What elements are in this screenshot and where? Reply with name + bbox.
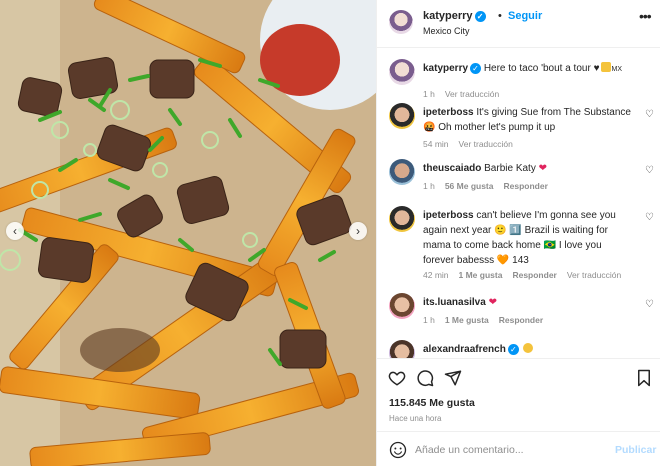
avatar[interactable]: [389, 103, 415, 129]
like-comment-heart-icon[interactable]: ♡: [645, 212, 654, 223]
post-media: ‹ ›: [0, 0, 376, 466]
post-author-username[interactable]: katyperry ✓: [423, 10, 486, 22]
comment-text: theuscaiado Barbie Katy ❤: [423, 161, 633, 176]
comments-list: katyperry ✓ Here to taco 'bout a tour ♥ MX…: [377, 49, 660, 358]
timestamp[interactable]: 54 min: [423, 139, 449, 149]
post-actions: 115.845 Me gusta Hace una hora Publicar: [377, 358, 660, 466]
caption: katyperry ✓ Here to taco 'bout a tour ♥ MX…: [389, 59, 659, 99]
carousel-next-button[interactable]: ›: [349, 222, 367, 240]
timestamp[interactable]: 42 min: [423, 270, 449, 280]
comment-meta: 1 h 1 Me gusta Responder: [423, 315, 553, 325]
username-text[interactable]: katyperry: [423, 10, 473, 22]
translate-link[interactable]: Ver traducción: [567, 270, 621, 280]
caption-flag-text: MX: [611, 66, 623, 73]
comment-input[interactable]: [415, 440, 605, 460]
bookmark-save-icon[interactable]: [636, 369, 652, 387]
taco-emoji-icon: [600, 62, 611, 72]
comment-text: ipeterboss It's giving Sue from The Subs…: [423, 105, 633, 135]
comment-item: theuscaiado Barbie Katy ❤ 1 h 56 Me gusta…: [389, 159, 659, 195]
comment-item: its.luanasilva ❤ 1 h1 Me gusta Responder …: [389, 293, 659, 329]
post-side-panel: katyperry ✓ • Seguir Mexico City ••• katy…: [376, 0, 660, 466]
verified-badge-icon: ✓: [474, 10, 486, 22]
comment-bubble-icon[interactable]: [416, 369, 434, 387]
comment-text: its.luanasilva ❤: [423, 295, 633, 310]
comment-username[interactable]: theuscaiado: [423, 163, 481, 174]
food-photo: [0, 0, 376, 466]
comment-username[interactable]: alexandraafrench: [423, 344, 506, 355]
like-comment-heart-icon[interactable]: ♡: [645, 165, 654, 176]
emoji-smile-icon[interactable]: [389, 441, 407, 459]
avatar[interactable]: [389, 206, 415, 232]
comment-meta: 54 min Ver traducción: [423, 139, 523, 149]
chevron-left-icon: ‹: [13, 224, 17, 238]
timestamp[interactable]: 1 h: [423, 89, 435, 99]
comment-body: Barbie Katy: [484, 163, 536, 174]
like-heart-icon[interactable]: [388, 369, 406, 387]
reply-button[interactable]: Responder: [512, 270, 556, 280]
likes-count[interactable]: 115.845 Me gusta: [389, 397, 475, 409]
avatar[interactable]: [389, 159, 415, 185]
comment-username[interactable]: ipeterboss: [423, 210, 474, 221]
avatar[interactable]: [389, 59, 415, 85]
caption-text: katyperry ✓ Here to taco 'bout a tour ♥ MX: [423, 61, 633, 77]
comment-composer: Publicar: [377, 431, 660, 466]
comment-item: ipeterboss It's giving Sue from The Subs…: [389, 103, 659, 153]
heart-emoji-icon: ❤: [538, 163, 548, 174]
verified-badge-icon: ✓: [470, 62, 482, 74]
carousel-prev-button[interactable]: ‹: [6, 222, 24, 240]
comment-username[interactable]: ipeterboss: [423, 107, 474, 118]
comment-likes[interactable]: 56 Me gusta: [445, 181, 494, 191]
comment-meta: 42 min 1 Me gusta Responder Ver traducción: [423, 270, 631, 280]
timestamp[interactable]: 1 h: [423, 181, 435, 191]
reply-button[interactable]: Responder: [503, 181, 547, 191]
comment-text: ipeterboss can't believe I'm gonna see y…: [423, 208, 633, 268]
separator-dot: •: [498, 10, 502, 22]
location-link[interactable]: Mexico City: [423, 26, 470, 36]
avatar[interactable]: [389, 293, 415, 319]
comment-item: ipeterboss can't believe I'm gonna see y…: [389, 206, 659, 286]
chevron-right-icon: ›: [356, 224, 360, 238]
comment-username[interactable]: its.luanasilva: [423, 297, 486, 308]
post-modal: ‹ › katyperry ✓ • Seguir Mexico City ••• …: [0, 0, 660, 466]
like-comment-heart-icon[interactable]: ♡: [645, 299, 654, 310]
follow-button[interactable]: Seguir: [508, 10, 542, 22]
post-header: katyperry ✓ • Seguir Mexico City •••: [377, 0, 660, 48]
comment-meta: 1 h 56 Me gusta Responder: [423, 181, 558, 191]
caption-meta: 1 h Ver traducción: [423, 89, 509, 99]
avatar[interactable]: [389, 10, 413, 34]
reply-button[interactable]: Responder: [499, 315, 543, 325]
publish-comment-button[interactable]: Publicar: [615, 444, 656, 456]
caption-username[interactable]: katyperry: [423, 63, 468, 74]
share-paper-plane-icon[interactable]: [444, 369, 462, 387]
more-options-icon[interactable]: •••: [639, 8, 652, 24]
translate-link[interactable]: Ver traducción: [445, 89, 499, 99]
heart-emoji-icon: ❤: [488, 297, 497, 308]
comment-likes[interactable]: 1 Me gusta: [459, 270, 503, 280]
comment-item: alexandraafrench ✓: [389, 340, 659, 358]
comment-text: alexandraafrench ✓: [423, 342, 633, 357]
caption-body: Here to taco 'bout a tour ♥: [483, 63, 600, 74]
timestamp[interactable]: 1 h: [423, 315, 435, 325]
verified-badge-icon: ✓: [507, 343, 519, 355]
like-comment-heart-icon[interactable]: ♡: [645, 109, 654, 120]
comment-likes[interactable]: 1 Me gusta: [445, 315, 489, 325]
laughing-emoji-icon: [522, 343, 533, 353]
post-time[interactable]: Hace una hora: [389, 414, 441, 423]
avatar[interactable]: [389, 340, 415, 358]
translate-link[interactable]: Ver traducción: [459, 139, 513, 149]
